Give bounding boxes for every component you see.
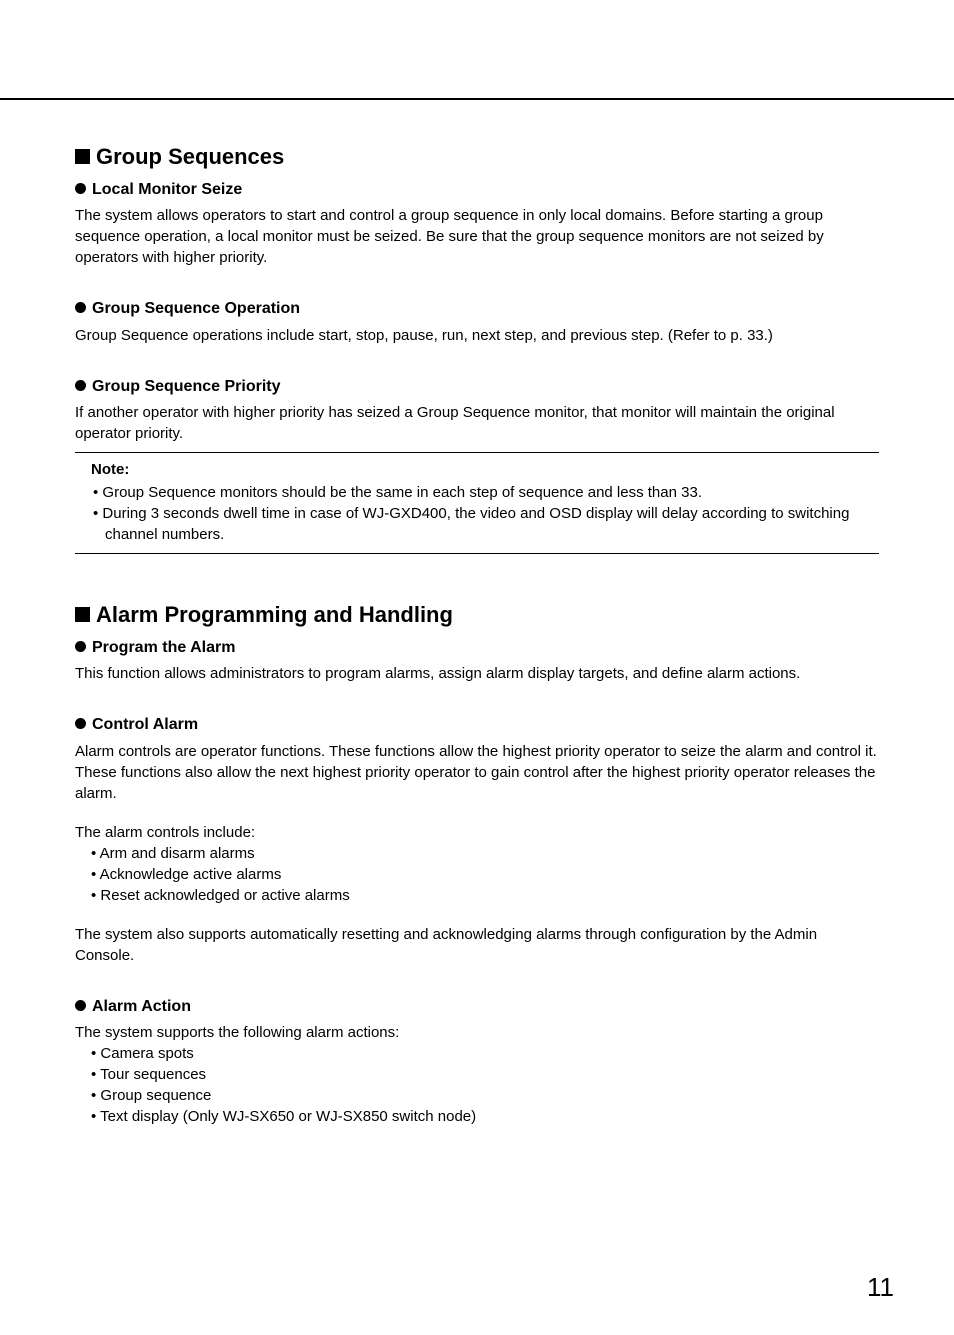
subheading-group-sequence-priority: Group Sequence Priority [75, 376, 879, 398]
note-item: Group Sequence monitors should be the sa… [91, 482, 879, 503]
dot-bullet-icon [75, 641, 86, 652]
body-text: Alarm controls are operator functions. T… [75, 741, 879, 804]
list-item: Tour sequences [75, 1064, 879, 1085]
list-item: Text display (Only WJ-SX650 or WJ-SX850 … [75, 1106, 879, 1127]
dot-bullet-icon [75, 1000, 86, 1011]
section-heading-group-sequences: Group Sequences [75, 142, 879, 173]
body-text: This function allows administrators to p… [75, 663, 879, 684]
subheading-text: Alarm Action [92, 998, 191, 1015]
page-content: Group Sequences Local Monitor Seize The … [75, 100, 879, 1127]
alarm-action-list: Camera spots Tour sequences Group sequen… [75, 1043, 879, 1127]
list-item: Group sequence [75, 1085, 879, 1106]
body-text: The system allows operators to start and… [75, 205, 879, 268]
note-label: Note: [91, 459, 879, 480]
note-list: Group Sequence monitors should be the sa… [91, 482, 879, 545]
subheading-text: Program the Alarm [92, 639, 235, 656]
subheading-control-alarm: Control Alarm [75, 714, 879, 736]
list-item: Acknowledge active alarms [75, 864, 879, 885]
subheading-alarm-action: Alarm Action [75, 996, 879, 1018]
page: Group Sequences Local Monitor Seize The … [0, 98, 954, 1335]
body-text: The system also supports automatically r… [75, 924, 879, 966]
subheading-program-alarm: Program the Alarm [75, 637, 879, 659]
heading-text: Alarm Programming and Handling [96, 602, 453, 627]
section-heading-alarm-programming: Alarm Programming and Handling [75, 600, 879, 631]
body-text: The alarm controls include: [75, 822, 879, 843]
list-item: Camera spots [75, 1043, 879, 1064]
dot-bullet-icon [75, 380, 86, 391]
heading-text: Group Sequences [96, 144, 284, 169]
square-bullet-icon [75, 607, 90, 622]
subheading-text: Group Sequence Priority [92, 378, 280, 395]
list-item: Reset acknowledged or active alarms [75, 885, 879, 906]
subheading-text: Group Sequence Operation [92, 300, 300, 317]
note-item: During 3 seconds dwell time in case of W… [91, 503, 879, 545]
note-box: Note: Group Sequence monitors should be … [75, 452, 879, 554]
dot-bullet-icon [75, 183, 86, 194]
subheading-local-monitor-seize: Local Monitor Seize [75, 179, 879, 201]
subheading-text: Local Monitor Seize [92, 181, 242, 198]
body-text: Group Sequence operations include start,… [75, 325, 879, 346]
list-item: Arm and disarm alarms [75, 843, 879, 864]
subheading-group-sequence-operation: Group Sequence Operation [75, 298, 879, 320]
dot-bullet-icon [75, 718, 86, 729]
body-text: If another operator with higher priority… [75, 402, 879, 444]
subheading-text: Control Alarm [92, 716, 198, 733]
page-number: 11 [867, 1269, 894, 1305]
control-alarm-list: Arm and disarm alarms Acknowledge active… [75, 843, 879, 906]
body-text: The system supports the following alarm … [75, 1022, 879, 1043]
dot-bullet-icon [75, 302, 86, 313]
square-bullet-icon [75, 149, 90, 164]
